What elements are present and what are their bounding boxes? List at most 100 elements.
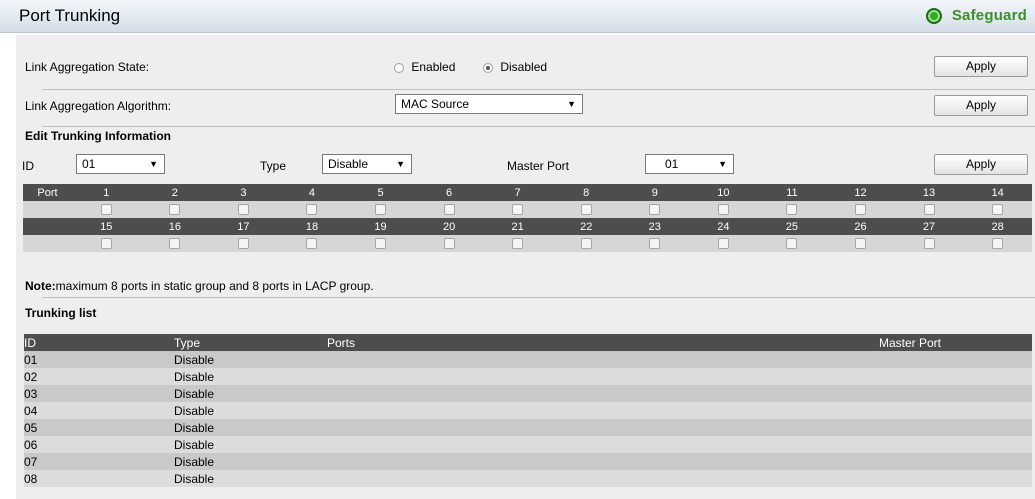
port-number: 17 — [209, 218, 278, 235]
trunk-id-value: 01 — [82, 157, 96, 171]
safeguard-status-icon — [925, 7, 942, 24]
chevron-down-icon: ▼ — [396, 159, 405, 169]
port-checkbox[interactable] — [375, 204, 387, 216]
port-checkbox-row — [23, 201, 1032, 218]
port-checkbox[interactable] — [375, 238, 387, 250]
chevron-down-icon: ▼ — [149, 159, 158, 169]
port-checkbox[interactable] — [717, 204, 729, 216]
master-port-value: 01 — [665, 157, 679, 171]
link-aggregation-algorithm-label: Link Aggregation Algorithm: — [25, 99, 172, 113]
port-number: 25 — [757, 218, 827, 235]
content-panel: Link Aggregation State: Enabled Disabled… — [16, 35, 1035, 499]
port-number: 3 — [209, 184, 278, 201]
port-number: 5 — [346, 184, 415, 201]
port-number: 24 — [689, 218, 758, 235]
port-checkbox[interactable] — [786, 238, 798, 250]
port-selection-table: Port 1 2 3 4 5 6 7 8 9 10 11 12 13 14 15… — [23, 184, 1032, 252]
port-number: 16 — [140, 218, 210, 235]
port-checkbox[interactable] — [443, 204, 455, 216]
port-number: 12 — [826, 184, 895, 201]
port-number: 22 — [551, 218, 621, 235]
port-number: 4 — [277, 184, 347, 201]
trunk-id-select[interactable]: 01 ▼ — [76, 154, 165, 174]
algorithm-select[interactable]: MAC Source ▼ — [395, 94, 583, 114]
trunk-type-select[interactable]: Disable ▼ — [322, 154, 412, 174]
port-number: 14 — [963, 184, 1032, 201]
port-checkbox[interactable] — [100, 238, 112, 250]
port-checkbox[interactable] — [169, 238, 181, 250]
port-number: 1 — [72, 184, 141, 201]
trunking-list-table: ID Type Ports Master Port 01 Disable 02 … — [24, 334, 1032, 487]
port-checkbox[interactable] — [992, 238, 1004, 250]
note-body: maximum 8 ports in static group and 8 po… — [55, 279, 374, 293]
port-checkbox[interactable] — [237, 204, 249, 216]
port-checkbox[interactable] — [306, 204, 318, 216]
port-number: 10 — [689, 184, 758, 201]
trunking-list-header: ID Type Ports Master Port — [24, 334, 1032, 351]
port-checkbox[interactable] — [649, 238, 661, 250]
safeguard-label: Safeguard — [951, 7, 1027, 24]
port-number: 9 — [620, 184, 690, 201]
port-checkbox[interactable] — [923, 204, 935, 216]
apply-algorithm-button[interactable]: Apply — [934, 95, 1028, 116]
disabled-radio-label: Disabled — [500, 60, 548, 74]
enabled-radio[interactable] — [394, 62, 404, 73]
column-header-id: ID — [24, 334, 174, 351]
port-checkbox[interactable] — [854, 204, 866, 216]
note-prefix: Note: — [25, 279, 56, 293]
state-enabled-option[interactable]: Enabled — [394, 60, 455, 74]
port-checkbox[interactable] — [512, 238, 524, 250]
port-checkbox[interactable] — [306, 238, 318, 250]
table-row: 01 Disable — [24, 351, 1032, 368]
disabled-radio[interactable] — [483, 62, 493, 73]
table-row: 07 Disable — [24, 453, 1032, 470]
port-number: 18 — [277, 218, 347, 235]
column-header-type: Type — [174, 334, 327, 351]
port-number: 27 — [894, 218, 964, 235]
port-checkbox[interactable] — [717, 238, 729, 250]
trunking-list-heading: Trunking list — [25, 306, 97, 320]
apply-trunking-button[interactable]: Apply — [934, 154, 1028, 175]
divider — [42, 89, 1035, 90]
port-number: 6 — [414, 184, 484, 201]
state-disabled-option[interactable]: Disabled — [483, 60, 547, 74]
table-row: 08 Disable — [24, 470, 1032, 487]
port-checkbox[interactable] — [580, 204, 592, 216]
port-checkbox[interactable] — [649, 204, 661, 216]
port-number-row: 15 16 17 18 19 20 21 22 23 24 25 26 27 2… — [23, 218, 1032, 235]
port-number: 15 — [72, 218, 141, 235]
port-checkbox-row — [23, 235, 1032, 252]
title-bar: Port Trunking Safeguard — [0, 0, 1035, 33]
port-number: 28 — [963, 218, 1032, 235]
port-number: 19 — [346, 218, 415, 235]
port-checkbox[interactable] — [786, 204, 798, 216]
port-checkbox[interactable] — [169, 204, 181, 216]
table-row: 02 Disable — [24, 368, 1032, 385]
port-header-label: Port — [23, 184, 72, 201]
port-checkbox[interactable] — [443, 238, 455, 250]
port-checkbox[interactable] — [237, 238, 249, 250]
port-checkbox[interactable] — [580, 238, 592, 250]
enabled-radio-label: Enabled — [411, 60, 456, 74]
master-port-label: Master Port — [507, 159, 570, 173]
column-header-master-port: Master Port — [879, 334, 1032, 351]
port-checkbox[interactable] — [854, 238, 866, 250]
port-checkbox[interactable] — [923, 238, 935, 250]
table-row: 03 Disable — [24, 385, 1032, 402]
chevron-down-icon: ▼ — [718, 159, 727, 169]
port-checkbox[interactable] — [992, 204, 1004, 216]
port-number: 21 — [483, 218, 552, 235]
port-number: 13 — [894, 184, 964, 201]
trunk-type-value: Disable — [328, 157, 369, 171]
port-number: 2 — [140, 184, 210, 201]
port-number: 20 — [414, 218, 484, 235]
port-number: 23 — [620, 218, 690, 235]
table-row: 05 Disable — [24, 419, 1032, 436]
port-checkbox[interactable] — [512, 204, 524, 216]
master-port-select[interactable]: 01 ▼ — [645, 154, 734, 174]
port-checkbox[interactable] — [100, 204, 112, 216]
apply-state-button[interactable]: Apply — [934, 56, 1028, 77]
safeguard-indicator[interactable]: Safeguard — [925, 7, 1027, 24]
column-header-ports: Ports — [327, 334, 879, 351]
algorithm-select-value: MAC Source — [401, 97, 470, 111]
